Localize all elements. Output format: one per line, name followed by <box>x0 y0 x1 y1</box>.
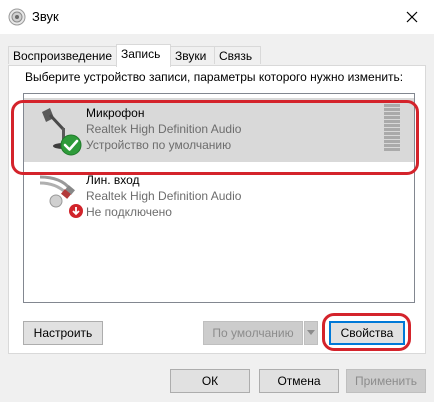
speaker-icon <box>8 8 26 26</box>
device-driver: Realtek High Definition Audio <box>86 189 242 203</box>
chevron-down-icon <box>307 330 315 335</box>
close-button[interactable] <box>390 0 434 34</box>
sound-dialog: Звук Воспроизведение Запись Звуки Связь … <box>0 0 434 402</box>
configure-button[interactable]: Настроить <box>23 321 103 345</box>
window-title: Звук <box>32 9 59 24</box>
tab-recording[interactable]: Запись <box>116 44 171 67</box>
properties-highlight <box>322 313 411 351</box>
tab-communications[interactable]: Связь <box>214 46 261 64</box>
title-bar: Звук <box>0 0 434 34</box>
tab-sounds[interactable]: Звуки <box>170 46 215 64</box>
close-icon <box>406 11 418 23</box>
tab-playback[interactable]: Воспроизведение <box>8 46 117 64</box>
set-default-dropdown[interactable] <box>304 321 318 345</box>
instruction-text: Выберите устройство записи, параметры ко… <box>25 70 404 84</box>
ok-button[interactable]: ОК <box>170 369 250 393</box>
disconnected-arrow-icon <box>68 203 84 219</box>
apply-button[interactable]: Применить <box>346 369 426 393</box>
cancel-button[interactable]: Отмена <box>259 369 339 393</box>
microphone-highlight <box>11 100 419 175</box>
device-name: Лин. вход <box>86 173 140 187</box>
set-default-button[interactable]: По умолчанию <box>203 321 303 345</box>
device-status: Не подключено <box>86 205 172 219</box>
